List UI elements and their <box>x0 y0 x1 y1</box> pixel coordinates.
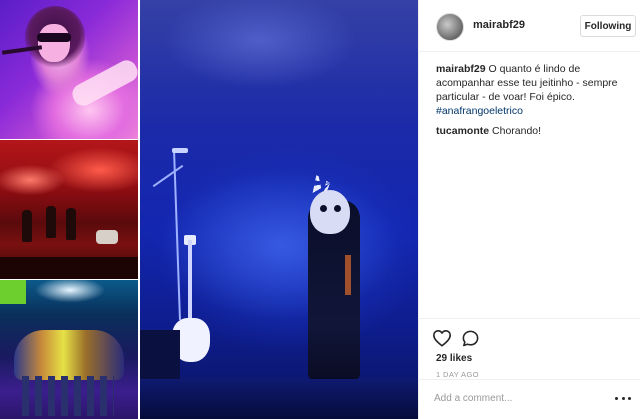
comment-username[interactable]: mairabf29 <box>436 63 486 75</box>
comment-username[interactable]: tucamonte <box>436 125 489 137</box>
avatar[interactable] <box>436 13 464 41</box>
more-options-icon[interactable] <box>615 391 631 405</box>
hashtag-link[interactable]: #anafrangoeletrico <box>436 105 523 117</box>
comment-item: mairabf29 O quanto é lindo de acompanhar… <box>436 62 636 118</box>
collage-photo-singer-pink <box>0 0 138 139</box>
collage-photo-group-huddle <box>0 280 138 419</box>
collage-photo-masked-performer <box>140 0 418 419</box>
like-button[interactable] <box>431 327 453 349</box>
add-comment-row <box>419 379 640 415</box>
post-header: mairabf29 Following <box>419 0 640 52</box>
comment-text: Chorando! <box>492 125 542 137</box>
comment-button[interactable] <box>459 327 481 349</box>
post-side-panel: mairabf29 Following mairabf29 O quanto é… <box>418 0 640 419</box>
likes-count[interactable]: 29 likes <box>436 353 472 364</box>
collage-photo-band-red-stage <box>0 140 138 279</box>
post-author-username[interactable]: mairabf29 <box>473 19 525 31</box>
following-button[interactable]: Following <box>580 15 636 37</box>
post-image[interactable] <box>0 0 418 419</box>
speech-bubble-icon <box>461 329 480 348</box>
post-timestamp[interactable]: 1 DAY AGO <box>436 370 479 379</box>
comments-list: mairabf29 O quanto é lindo de acompanhar… <box>436 62 636 144</box>
heart-icon <box>432 329 452 347</box>
add-comment-input[interactable] <box>434 389 604 407</box>
comment-item: tucamonte Chorando! <box>436 124 636 138</box>
post-actions: 29 likes 1 DAY AGO <box>419 318 640 414</box>
